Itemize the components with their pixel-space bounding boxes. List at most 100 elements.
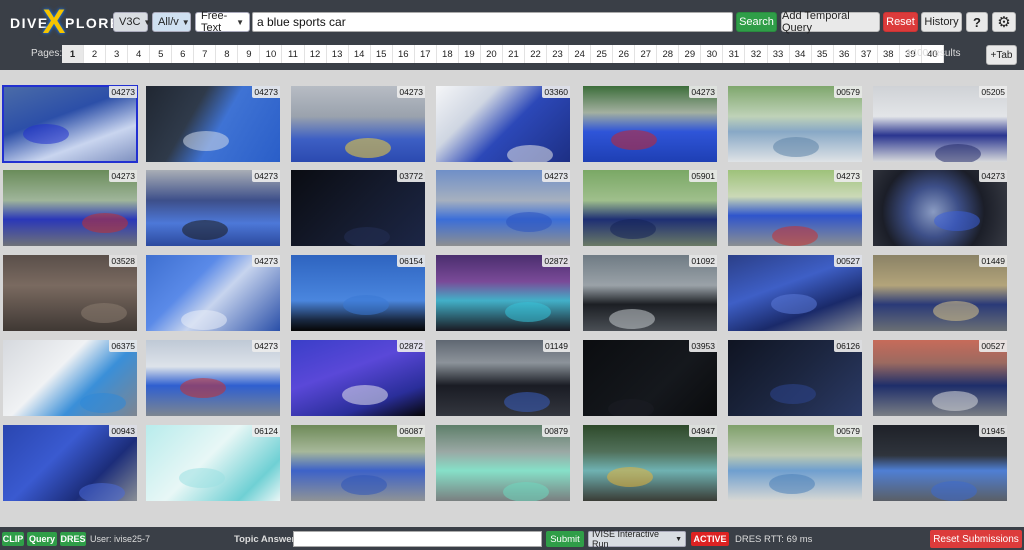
topic-answer-input[interactable] — [293, 531, 542, 547]
result-thumbnail[interactable]: 04273 — [728, 170, 862, 246]
add-temporal-query-button[interactable]: Add Temporal Query — [781, 10, 880, 34]
reset-submissions-button[interactable]: Reset Submissions — [930, 530, 1022, 548]
video-id-label: 03772 — [397, 170, 425, 182]
page-button[interactable]: 33 — [768, 45, 790, 63]
page-button[interactable]: 8 — [216, 45, 239, 63]
page-button[interactable]: 20 — [481, 45, 503, 63]
result-thumbnail[interactable]: 00579 — [728, 86, 862, 162]
page-button[interactable]: 11 — [282, 45, 305, 63]
result-thumbnail[interactable]: 01945 — [873, 425, 1007, 501]
page-button[interactable]: 12 — [305, 45, 327, 63]
result-thumbnail[interactable]: 04273 — [2, 85, 138, 163]
result-thumbnail[interactable]: 00527 — [728, 255, 862, 331]
result-thumbnail[interactable]: 04273 — [583, 86, 717, 162]
result-thumbnail[interactable]: 04273 — [3, 170, 137, 246]
page-button[interactable]: 36 — [834, 45, 856, 63]
page-button[interactable]: 35 — [812, 45, 834, 63]
page-button[interactable]: 2 — [84, 45, 107, 63]
search-input[interactable] — [252, 12, 733, 32]
result-thumbnail[interactable]: 01092 — [583, 255, 717, 331]
page-button[interactable]: 34 — [790, 45, 812, 63]
result-thumbnail[interactable]: 00879 — [436, 425, 570, 501]
scope-select[interactable]: All/v ▼ — [152, 12, 191, 32]
query-status-badge: Query — [27, 532, 57, 546]
page-button[interactable]: 31 — [723, 45, 746, 63]
result-thumbnail[interactable]: 00943 — [3, 425, 137, 501]
page-button[interactable]: 5 — [150, 45, 173, 63]
result-thumbnail[interactable]: 01449 — [873, 255, 1007, 331]
result-thumbnail[interactable]: 06375 — [3, 340, 137, 416]
result-thumbnail[interactable]: 06124 — [146, 425, 280, 501]
active-status-badge: ACTIVE — [691, 532, 729, 546]
video-id-label: 02872 — [397, 340, 425, 352]
help-button[interactable]: ? — [966, 12, 988, 32]
result-thumbnail[interactable]: 01149 — [436, 340, 570, 416]
page-button[interactable]: 15 — [371, 45, 393, 63]
result-thumbnail[interactable]: 03360 — [436, 86, 570, 162]
query-mode-select[interactable]: Free-Text ▼ — [195, 10, 250, 34]
result-thumbnail[interactable]: 03953 — [583, 340, 717, 416]
result-thumbnail[interactable]: 04273 — [873, 170, 1007, 246]
result-thumbnail[interactable]: 04273 — [436, 170, 570, 246]
result-thumbnail[interactable]: 03772 — [291, 170, 425, 246]
page-button[interactable]: 37 — [856, 45, 878, 63]
page-button[interactable]: 26 — [613, 45, 636, 63]
result-thumbnail[interactable]: 05205 — [873, 86, 1007, 162]
settings-button[interactable]: ⚙ — [992, 12, 1016, 32]
result-thumbnail[interactable]: 02872 — [436, 255, 570, 331]
history-button[interactable]: History — [921, 12, 962, 32]
page-button[interactable]: 30 — [701, 45, 724, 63]
reset-button[interactable]: Reset — [883, 12, 918, 32]
result-thumbnail[interactable]: 04273 — [146, 86, 280, 162]
page-button[interactable]: 28 — [657, 45, 680, 63]
page-button[interactable]: 21 — [503, 45, 525, 63]
evaluation-run-select[interactable]: IVISE Interactive Run ▼ — [588, 529, 686, 549]
result-thumbnail[interactable]: 03528 — [3, 255, 137, 331]
add-tab-button[interactable]: +Tab — [986, 45, 1017, 65]
result-thumbnail[interactable]: 04273 — [291, 86, 425, 162]
thumbnail-image-detail — [607, 467, 653, 487]
thumbnail-image-detail — [507, 145, 553, 162]
result-thumbnail[interactable]: 04273 — [146, 340, 280, 416]
page-button[interactable]: 27 — [635, 45, 658, 63]
dataset-select[interactable]: V3C ▼ — [113, 12, 151, 32]
result-thumbnail[interactable]: 04947 — [583, 425, 717, 501]
page-button[interactable]: 32 — [745, 45, 768, 63]
result-thumbnail[interactable]: 06087 — [291, 425, 425, 501]
page-button[interactable]: 24 — [569, 45, 592, 63]
result-thumbnail[interactable]: 04273 — [146, 255, 280, 331]
search-button[interactable]: Search — [736, 12, 777, 32]
page-button[interactable]: 17 — [415, 45, 437, 63]
result-thumbnail[interactable]: 06126 — [728, 340, 862, 416]
page-button[interactable]: 9 — [238, 45, 261, 63]
page-button[interactable]: 38 — [878, 45, 900, 63]
page-button[interactable]: 1 — [62, 45, 85, 63]
video-id-label: 00579 — [834, 86, 862, 98]
results-grid: 04273 04273 04273 03360 04273 00579 05205 04273… — [2, 85, 1019, 502]
result-thumbnail[interactable]: 05901 — [583, 170, 717, 246]
page-button[interactable]: 16 — [393, 45, 415, 63]
page-button[interactable]: 6 — [172, 45, 195, 63]
page-button[interactable]: 3 — [106, 45, 129, 63]
page-button[interactable]: 18 — [437, 45, 459, 63]
video-id-label: 04947 — [689, 425, 717, 437]
page-button[interactable]: 29 — [679, 45, 702, 63]
page-button[interactable]: 25 — [591, 45, 614, 63]
page-button[interactable]: 22 — [525, 45, 548, 63]
page-button[interactable]: 7 — [194, 45, 217, 63]
result-thumbnail[interactable]: 02872 — [291, 340, 425, 416]
result-thumbnail[interactable]: 04273 — [146, 170, 280, 246]
submit-button[interactable]: Submit — [546, 531, 584, 547]
page-button[interactable]: 13 — [327, 45, 349, 63]
video-id-label: 05205 — [979, 86, 1007, 98]
page-button[interactable]: 10 — [260, 45, 283, 63]
page-button[interactable]: 19 — [459, 45, 481, 63]
page-button[interactable]: 14 — [349, 45, 371, 63]
page-button[interactable]: 4 — [128, 45, 151, 63]
result-thumbnail[interactable]: 00527 — [873, 340, 1007, 416]
page-button[interactable]: 23 — [547, 45, 570, 63]
result-thumbnail[interactable]: 06154 — [291, 255, 425, 331]
result-thumbnail[interactable]: 00579 — [728, 425, 862, 501]
video-id-label: 04273 — [252, 170, 280, 182]
chevron-down-icon: ▼ — [181, 17, 190, 27]
